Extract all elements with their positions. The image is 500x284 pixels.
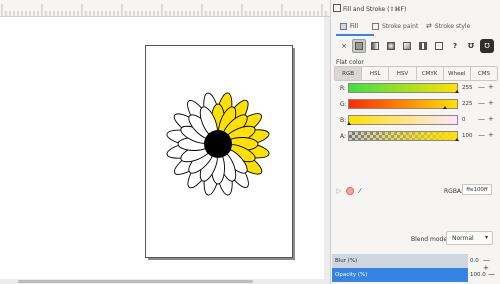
mode-tab-rgb[interactable]: RGB (335, 67, 363, 80)
tab-fill[interactable]: Fill (336, 18, 374, 36)
play-icon[interactable]: ▷ (336, 187, 341, 195)
rgba-label: RGBA: (444, 188, 463, 195)
red-stepper[interactable]: —+ (478, 83, 497, 91)
fill-rule-evenodd-button[interactable]: Ʊ (464, 39, 478, 53)
green-slider-marker[interactable] (443, 106, 447, 109)
alpha-channel-value[interactable]: 100 (462, 131, 478, 141)
tab-stroke-style-label: Stroke style (434, 22, 471, 30)
blend-mode-value: Normal (452, 234, 474, 242)
panel-title: Fill and Stroke (⇧⌘F) (333, 4, 406, 13)
mode-tab-hsl[interactable]: HSL (362, 67, 390, 80)
blue-channel-label: B: (340, 117, 347, 124)
alpha-stepper[interactable]: —+ (478, 131, 497, 139)
horizontal-ruler (0, 0, 330, 17)
flat-color-button[interactable] (352, 39, 366, 53)
color-managed-icon[interactable] (346, 187, 355, 195)
pattern-button[interactable] (416, 39, 430, 53)
blue-stepper[interactable]: —+ (478, 115, 497, 123)
flat-color-label: Flat color (336, 59, 364, 66)
stroke-style-icon: ⇄ (426, 22, 432, 30)
green-channel-slider[interactable] (348, 99, 458, 109)
alpha-slider-marker[interactable] (455, 138, 459, 141)
mesh-gradient-button[interactable] (400, 39, 414, 53)
mode-tab-hsv[interactable]: HSV (389, 67, 417, 80)
fill-rule-nonzero-button[interactable]: Ʊ (480, 39, 494, 53)
tab-stroke-paint[interactable]: Stroke paint (372, 18, 418, 34)
opacity-label: Opacity (%) (335, 272, 368, 278)
blue-slider-marker[interactable] (347, 122, 351, 125)
mesh-gradient-icon (403, 42, 411, 50)
swatch-icon (435, 42, 443, 50)
mode-tab-cmyk[interactable]: CMYK (416, 67, 444, 80)
no-paint-button[interactable]: × (337, 39, 351, 53)
alpha-channel-label: A: (340, 133, 347, 140)
ruler-ticks (1, 4, 327, 16)
flower-center[interactable] (204, 130, 232, 158)
fill-stroke-icon (333, 4, 341, 12)
blend-mode-select[interactable]: Normal ▾ (446, 231, 493, 245)
panel-tabs: Fill Stroke paint ⇄ Stroke style (332, 18, 498, 36)
radial-gradient-button[interactable] (384, 39, 398, 53)
flat-color-icon (355, 42, 363, 50)
red-channel-slider[interactable] (348, 83, 458, 93)
red-slider-marker[interactable] (455, 90, 459, 93)
eyedropper-icon[interactable]: ⁄ (359, 187, 360, 195)
fill-rule-nonzero-icon: Ʊ (484, 42, 490, 50)
mode-tab-cms[interactable]: CMS (470, 67, 497, 80)
fill-rule-evenodd-icon: Ʊ (468, 42, 474, 50)
opacity-stepper[interactable]: — (488, 270, 495, 278)
no-paint-icon: × (341, 42, 347, 50)
color-tools: ▷ ⁄ (336, 186, 376, 196)
panel-title-text: Fill and Stroke (⇧⌘F) (343, 6, 407, 13)
color-mode-tabs: RGB HSL HSV CMYK Wheel CMS (334, 66, 498, 81)
rgba-input[interactable]: ffe100ff (462, 184, 492, 195)
tab-fill-label: Fill (350, 22, 359, 30)
stroke-paint-icon (372, 22, 379, 30)
blend-mode-label: Blend mode: (411, 236, 450, 243)
opacity-slider[interactable]: Opacity (%) (332, 268, 468, 282)
blur-label: Blur (%) (335, 258, 358, 264)
blur-slider[interactable]: Blur (%) (332, 254, 468, 268)
alpha-channel-slider[interactable] (348, 131, 458, 141)
fill-icon (340, 22, 347, 30)
green-channel-value[interactable]: 225 (462, 99, 478, 109)
opacity-value[interactable]: 100.0 (470, 272, 486, 278)
blue-channel-slider[interactable] (348, 115, 458, 125)
swatch-button[interactable] (432, 39, 446, 53)
red-channel-value[interactable]: 255 (462, 83, 478, 93)
linear-gradient-button[interactable] (368, 39, 382, 53)
blue-channel-value[interactable]: 0 (462, 115, 478, 125)
chevron-down-icon: ▾ (484, 234, 488, 241)
radial-gradient-icon (387, 42, 395, 50)
mode-tab-wheel[interactable]: Wheel (443, 67, 471, 80)
blur-value[interactable]: 0.0 (470, 258, 479, 264)
green-stepper[interactable]: —+ (478, 99, 497, 107)
pattern-icon (419, 42, 427, 50)
linear-gradient-icon (371, 42, 379, 50)
unset-icon: ? (452, 42, 458, 50)
red-channel-label: R: (340, 85, 347, 92)
tab-stroke-paint-label: Stroke paint (382, 22, 419, 30)
paint-type-buttons: × ? Ʊ Ʊ (337, 39, 495, 54)
horizontal-scrollbar-thumb[interactable] (18, 280, 253, 283)
tab-stroke-style[interactable]: ⇄ Stroke style (426, 18, 470, 34)
sunflower-drawing[interactable] (151, 92, 286, 197)
unset-button[interactable]: ? (448, 39, 462, 53)
green-channel-label: G: (340, 101, 347, 108)
